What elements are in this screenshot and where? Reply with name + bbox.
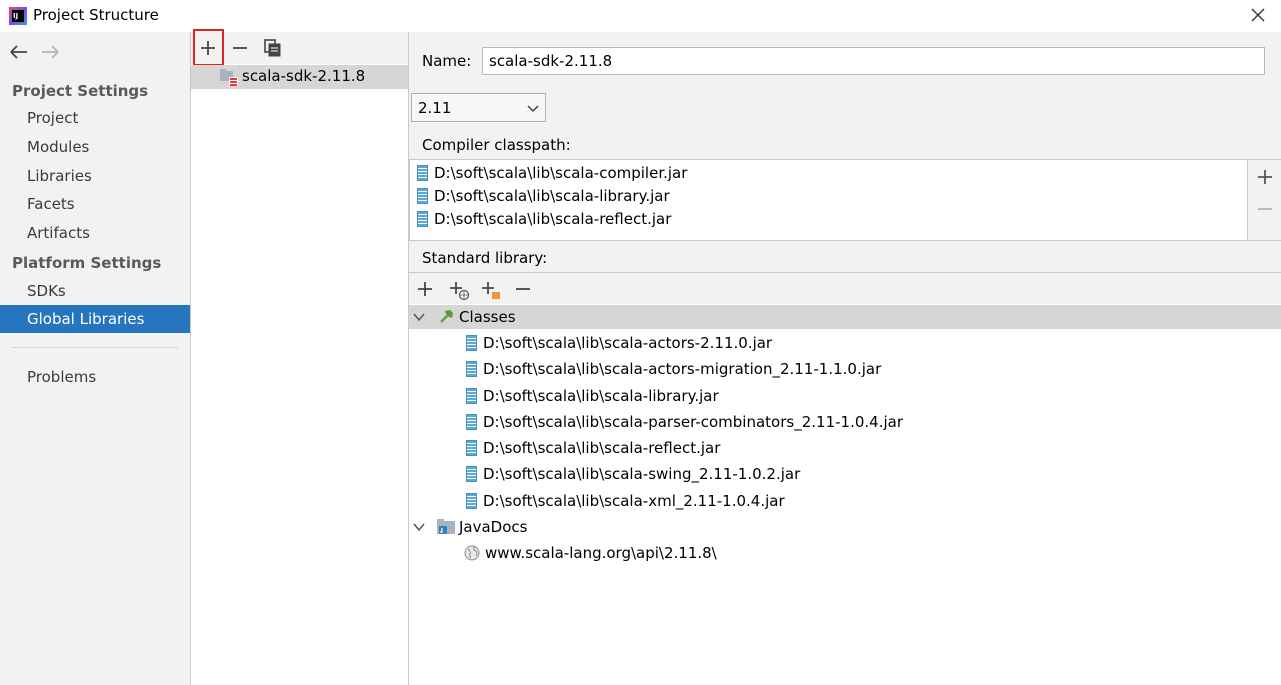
close-icon[interactable] — [1247, 4, 1269, 26]
add-url-icon[interactable] — [447, 279, 471, 301]
list-item[interactable]: D:\soft\scala\lib\scala-library.jar — [466, 384, 719, 408]
jar-icon — [466, 335, 477, 351]
window-title: Project Structure — [33, 6, 159, 24]
library-list-panel: scala-sdk-2.11.8 — [191, 29, 409, 685]
list-item[interactable]: D:\soft\scala\lib\scala-actors-2.11.0.ja… — [466, 331, 772, 355]
settings-sidebar: Project Settings Project Modules Librari… — [0, 32, 191, 685]
class-path: D:\soft\scala\lib\scala-xml_2.11-1.0.4.j… — [483, 492, 785, 510]
class-path: D:\soft\scala\lib\scala-swing_2.11-1.0.2… — [483, 465, 801, 483]
minus-icon[interactable] — [1255, 199, 1275, 219]
classes-label: Classes — [459, 308, 516, 326]
list-item[interactable]: D:\soft\scala\lib\scala-parser-combinato… — [466, 410, 903, 434]
globe-icon — [464, 545, 480, 561]
library-detail-panel: Name: 2.11 Compiler classpath: D:\soft\s… — [409, 32, 1281, 685]
javadocs-label: JavaDocs — [459, 518, 528, 536]
highlight-box — [193, 29, 224, 66]
jar-icon — [417, 211, 428, 227]
scala-version-select[interactable]: 2.11 — [411, 93, 546, 122]
arrow-right-icon[interactable] — [42, 45, 59, 59]
classpath-side-toolbar — [1248, 159, 1281, 241]
javadoc-url: www.scala-lang.org\api\2.11.8\ — [485, 544, 717, 562]
chevron-down-icon — [527, 105, 539, 113]
tree-node-javadocs[interactable]: JavaDocs — [409, 515, 709, 539]
sidebar-item-libraries[interactable]: Libraries — [0, 162, 190, 190]
sidebar-item-global-libraries[interactable]: Global Libraries — [0, 305, 190, 333]
plus-icon[interactable] — [1255, 167, 1275, 187]
intellij-app-icon: IJ — [9, 7, 27, 25]
jar-icon — [466, 388, 477, 404]
jar-icon — [466, 414, 477, 430]
minus-icon[interactable] — [513, 279, 533, 299]
standard-library-label: Standard library: — [422, 249, 548, 267]
library-folder-icon — [220, 69, 238, 86]
jar-icon — [417, 188, 428, 204]
jar-icon — [466, 493, 477, 509]
compiler-classpath-label: Compiler classpath: — [422, 136, 571, 154]
jar-icon — [417, 165, 428, 181]
chevron-down-icon[interactable] — [413, 522, 425, 532]
folder-doc-icon — [437, 519, 455, 534]
standard-library-toolbar — [409, 273, 1281, 304]
arrow-left-icon[interactable] — [10, 45, 27, 59]
platform-settings-heading: Platform Settings — [12, 254, 162, 272]
list-item[interactable]: D:\soft\scala\lib\scala-swing_2.11-1.0.2… — [466, 462, 800, 486]
sidebar-item-sdks[interactable]: SDKs — [0, 277, 190, 305]
sidebar-item-modules[interactable]: Modules — [0, 133, 190, 161]
sidebar-divider — [12, 347, 178, 348]
list-item[interactable]: D:\soft\scala\lib\scala-actors-migration… — [466, 357, 881, 381]
list-item[interactable]: D:\soft\scala\lib\scala-xml_2.11-1.0.4.j… — [466, 489, 785, 513]
project-settings-heading: Project Settings — [12, 82, 149, 100]
library-list-toolbar — [191, 29, 408, 66]
nav-arrows — [10, 45, 59, 59]
class-path: D:\soft\scala\lib\scala-reflect.jar — [483, 439, 721, 457]
library-name: scala-sdk-2.11.8 — [242, 67, 366, 85]
jar-icon — [466, 466, 477, 482]
class-path: D:\soft\scala\lib\scala-actors-migration… — [483, 360, 882, 378]
class-path: D:\soft\scala\lib\scala-parser-combinato… — [483, 413, 903, 431]
list-item[interactable]: D:\soft\scala\lib\scala-reflect.jar — [417, 208, 671, 230]
add-jar-icon[interactable] — [479, 279, 503, 301]
sidebar-item-problems[interactable]: Problems — [0, 363, 190, 391]
title-bar: IJ Project Structure — [0, 0, 1281, 32]
classpath-path: D:\soft\scala\lib\scala-reflect.jar — [434, 210, 672, 228]
copy-icon[interactable] — [262, 37, 284, 59]
plus-icon[interactable] — [415, 279, 435, 299]
hammer-icon — [440, 310, 453, 323]
standard-library-tree: Classes D:\soft\scala\lib\scala-actors-2… — [409, 272, 1281, 685]
class-path: D:\soft\scala\lib\scala-library.jar — [483, 387, 719, 405]
sidebar-item-facets[interactable]: Facets — [0, 190, 190, 218]
minus-icon[interactable] — [229, 37, 251, 59]
name-label: Name: — [422, 52, 472, 70]
list-item[interactable]: D:\soft\scala\lib\scala-compiler.jar — [417, 162, 687, 184]
sidebar-item-artifacts[interactable]: Artifacts — [0, 219, 190, 247]
classpath-path: D:\soft\scala\lib\scala-library.jar — [434, 187, 670, 205]
sidebar-item-project[interactable]: Project — [0, 104, 190, 132]
chevron-down-icon[interactable] — [413, 312, 425, 322]
compiler-classpath-list[interactable]: D:\soft\scala\lib\scala-compiler.jar D:\… — [409, 159, 1248, 241]
name-field[interactable] — [482, 47, 1265, 75]
tree-node-classes[interactable]: Classes — [409, 305, 1281, 329]
list-item[interactable]: D:\soft\scala\lib\scala-reflect.jar — [466, 436, 720, 460]
classpath-path: D:\soft\scala\lib\scala-compiler.jar — [434, 164, 688, 182]
scala-version-value: 2.11 — [418, 99, 452, 117]
jar-icon — [466, 361, 477, 377]
list-item[interactable]: scala-sdk-2.11.8 — [191, 65, 408, 89]
class-path: D:\soft\scala\lib\scala-actors-2.11.0.ja… — [483, 334, 773, 352]
list-item[interactable]: D:\soft\scala\lib\scala-library.jar — [417, 185, 670, 207]
list-item[interactable]: www.scala-lang.org\api\2.11.8\ — [464, 541, 717, 565]
jar-icon — [466, 440, 477, 456]
